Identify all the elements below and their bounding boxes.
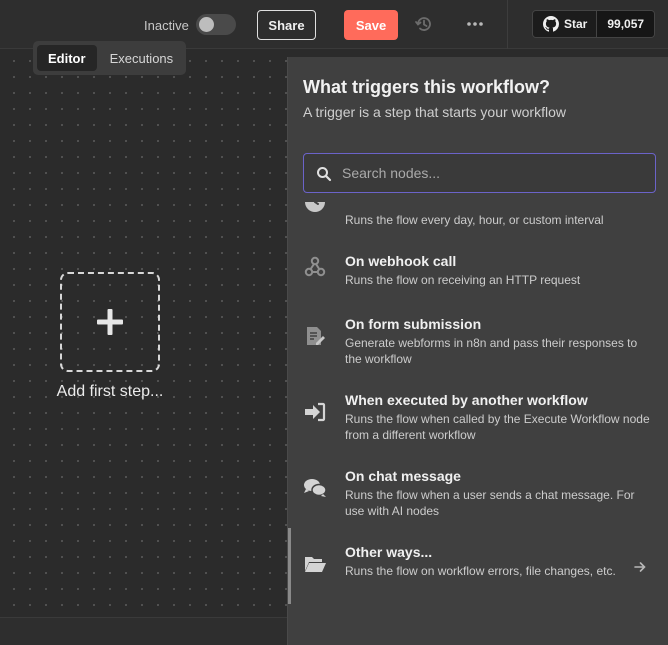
github-icon <box>543 16 559 32</box>
item-description: Generate webforms in n8n and pass their … <box>345 336 638 366</box>
panel-title: What triggers this workflow? <box>303 77 551 97</box>
form-icon <box>307 327 325 345</box>
list-item-other-ways[interactable]: Other ways... Runs the flow on workflow … <box>288 538 668 598</box>
list-item-execute-workflow[interactable]: When executed by another workflow Runs t… <box>288 386 668 446</box>
tab-editor[interactable]: Editor <box>37 45 97 71</box>
github-star-button[interactable]: Star 99,057 <box>532 10 656 38</box>
github-star-label: Star <box>564 17 588 31</box>
sign-in-icon <box>305 402 326 422</box>
chat-icon <box>304 479 327 497</box>
item-description: Runs the flow when a user sends a chat m… <box>345 488 635 518</box>
item-description: Runs the flow every day, hour, or custom… <box>345 213 604 227</box>
item-title: On chat message <box>345 468 461 484</box>
trigger-list: Runs the flow every day, hour, or custom… <box>288 202 668 645</box>
share-button[interactable]: Share <box>257 10 316 40</box>
list-item-schedule[interactable]: Runs the flow every day, hour, or custom… <box>288 202 668 230</box>
folder-open-icon <box>305 557 326 572</box>
plus-icon <box>97 309 123 335</box>
trigger-panel: What triggers this workflow? A trigger i… <box>287 57 668 645</box>
item-description: Runs the flow on receiving an HTTP reque… <box>345 273 581 287</box>
add-first-step-label[interactable]: Add first step... <box>40 383 180 401</box>
list-item-chat[interactable]: On chat message Runs the flow when a use… <box>288 462 668 522</box>
history-icon[interactable] <box>414 14 434 34</box>
app-root: Inactive Share Save Star 99,057 Editor E… <box>0 0 668 645</box>
item-title: Other ways... <box>345 544 433 560</box>
header-divider <box>507 0 508 49</box>
panel-subtitle: A trigger is a step that starts your wor… <box>303 104 566 120</box>
search-input[interactable] <box>342 154 642 192</box>
github-star[interactable]: Star <box>533 11 597 37</box>
more-options-icon[interactable] <box>465 14 485 34</box>
canvas-footer <box>0 617 287 645</box>
active-toggle[interactable] <box>196 14 236 35</box>
item-title: On form submission <box>345 316 482 332</box>
search-icon <box>317 167 332 182</box>
item-title: When executed by another workflow <box>345 392 588 408</box>
search-box[interactable] <box>303 153 656 193</box>
list-item-form[interactable]: On form submission Generate webforms in … <box>288 310 668 370</box>
save-button[interactable]: Save <box>344 10 398 40</box>
item-description: Runs the flow when called by the Execute… <box>345 412 650 442</box>
item-title: On webhook call <box>345 253 457 269</box>
workflow-status-label: Inactive <box>144 18 189 33</box>
item-description: Runs the flow on workflow errors, file c… <box>345 564 616 578</box>
github-star-count[interactable]: 99,057 <box>596 11 655 37</box>
clock-icon <box>305 202 325 212</box>
view-tabs: Editor Executions <box>33 41 186 75</box>
add-first-step-button[interactable] <box>60 272 160 372</box>
webhook-icon <box>304 256 326 277</box>
tab-executions[interactable]: Executions <box>99 45 185 71</box>
toggle-knob <box>199 17 214 32</box>
list-item-webhook[interactable]: On webhook call Runs the flow on receivi… <box>288 247 668 297</box>
arrow-right-icon <box>634 562 646 572</box>
